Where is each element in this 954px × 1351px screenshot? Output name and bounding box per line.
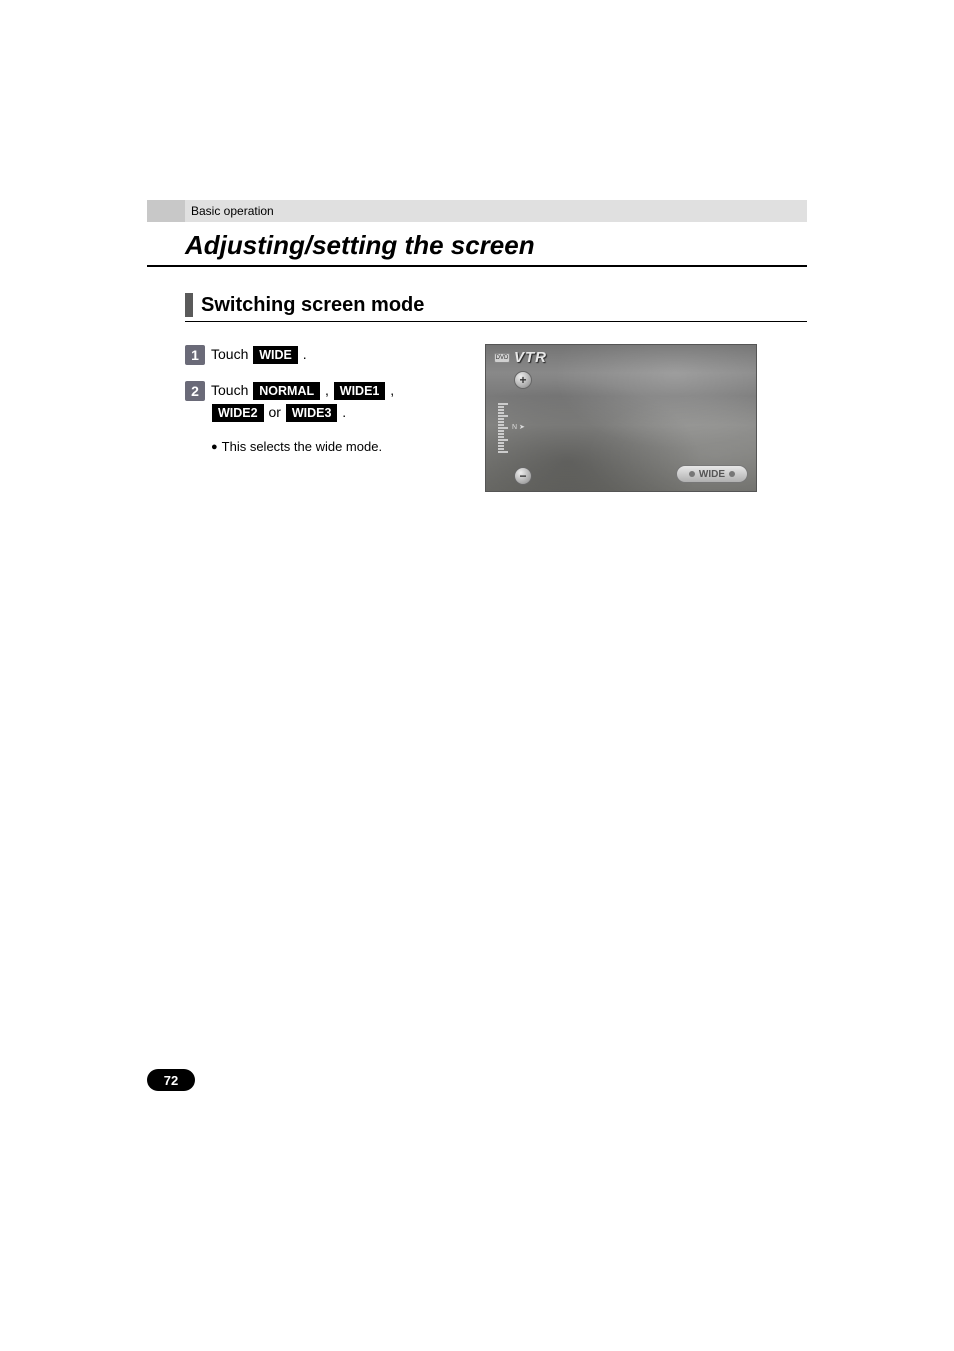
zoom-in-button[interactable]: +: [514, 371, 532, 389]
step-text: .: [299, 346, 307, 362]
dot-icon: [729, 471, 735, 477]
page-number: 72: [147, 1069, 195, 1091]
touch-button-wide1: WIDE1: [334, 382, 386, 400]
source-badge: DVD VTR: [494, 349, 547, 366]
page-title: Adjusting/setting the screen: [147, 228, 807, 267]
step-text: ,: [386, 382, 394, 398]
step-text: Touch: [211, 382, 252, 398]
touch-button-normal: NORMAL: [253, 382, 320, 400]
touch-button-wide3: WIDE3: [286, 404, 338, 422]
disc-icon: DVD: [494, 353, 510, 363]
subsection-header: Switching screen mode: [185, 293, 807, 322]
step-number-badge: 1: [185, 345, 205, 365]
step-note: ● This selects the wide mode.: [211, 438, 465, 456]
device-screenshot: DVD VTR + − N ➤ WIDE: [485, 344, 757, 492]
step-1: 1 Touch WIDE .: [185, 344, 465, 366]
touch-button-wide2: WIDE2: [212, 404, 264, 422]
note-text: This selects the wide mode.: [222, 438, 382, 456]
touch-button-wide: WIDE: [253, 346, 298, 364]
section-accent: [147, 200, 185, 222]
step-text: ,: [321, 382, 333, 398]
zoom-out-button[interactable]: −: [514, 467, 532, 485]
wide-button-label: WIDE: [699, 469, 725, 480]
bullet-icon: ●: [211, 438, 218, 456]
subsection-title: Switching screen mode: [201, 294, 424, 317]
step-text: Touch: [211, 346, 252, 362]
source-label: VTR: [514, 349, 547, 366]
section-label: Basic operation: [185, 200, 807, 222]
wide-button[interactable]: WIDE: [676, 465, 748, 483]
steps-column: 1 Touch WIDE . 2 Touch NORMAL , WIDE1 , …: [185, 344, 465, 492]
zoom-scale[interactable]: [498, 375, 508, 481]
north-indicator: N ➤: [512, 423, 525, 431]
subsection-bar-icon: [185, 293, 193, 317]
dot-icon: [689, 471, 695, 477]
step-text: or: [265, 404, 285, 420]
step-number-badge: 2: [185, 381, 205, 401]
step-text: .: [338, 404, 346, 420]
step-2: 2 Touch NORMAL , WIDE1 , WIDE2 or WIDE3 …: [185, 380, 465, 424]
section-header-bar: Basic operation: [147, 200, 807, 222]
